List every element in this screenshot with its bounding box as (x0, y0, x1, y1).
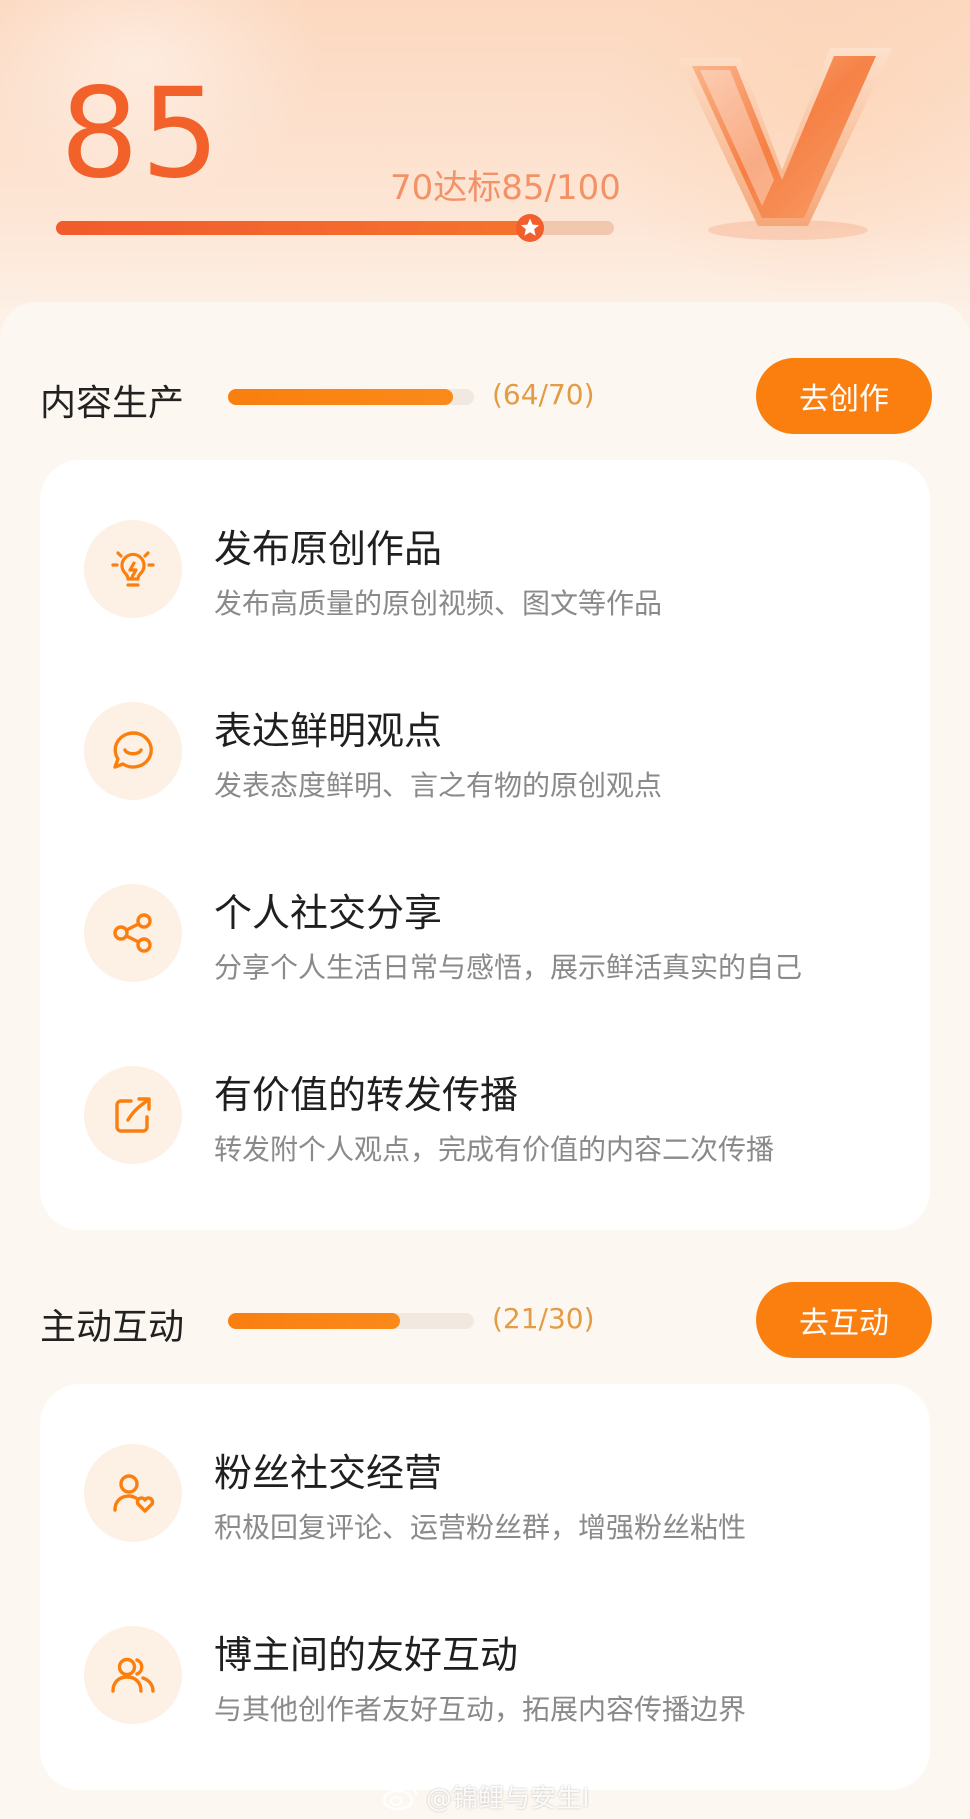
watermark-text: @锦鲤与安生I (426, 1784, 590, 1814)
item-title: 表达鲜明观点 (214, 709, 443, 753)
chat-bubble-icon (84, 702, 182, 800)
item-title: 有价值的转发传播 (214, 1073, 519, 1117)
section-active-interaction: 主动互动 (21/30) 去互动 (0, 1280, 970, 1360)
item-description: 发布高质量的原创视频、图文等作品 (214, 587, 663, 620)
item-title: 博主间的友好互动 (214, 1633, 519, 1677)
forward-icon (84, 1066, 182, 1164)
item-title: 发布原创作品 (214, 527, 443, 571)
user-heart-icon (84, 1444, 182, 1542)
list-item[interactable]: 表达鲜明观点 发表态度鲜明、言之有物的原创观点 (40, 682, 930, 822)
users-icon (84, 1626, 182, 1724)
go-create-button[interactable]: 去创作 (756, 358, 932, 434)
item-description: 转发附个人观点，完成有价值的内容二次传播 (214, 1133, 775, 1166)
list-item[interactable]: 发布原创作品 发布高质量的原创视频、图文等作品 (40, 500, 930, 640)
share-icon (84, 884, 182, 982)
list-item[interactable]: 博主间的友好互动 与其他创作者友好互动，拓展内容传播边界 (40, 1606, 930, 1746)
lightbulb-icon (84, 520, 182, 618)
item-description: 发表态度鲜明、言之有物的原创观点 (214, 769, 663, 802)
weibo-icon (382, 1785, 418, 1810)
section-count: (64/70) (492, 378, 595, 411)
task-panel: 内容生产 (64/70) 去创作 发布原创作品 发布高质量的原创视频、图文等作品 (0, 302, 970, 1819)
watermark: @锦鲤与安生I (380, 1778, 590, 1815)
item-description: 积极回复评论、运营粉丝群，增强粉丝粘性 (214, 1511, 747, 1544)
item-description: 分享个人生活日常与感悟，展示鲜活真实的自己 (214, 951, 803, 984)
section-title: 主动互动 (40, 1307, 185, 1348)
score-progress-fill (56, 221, 531, 235)
item-title: 个人社交分享 (214, 891, 443, 935)
go-interact-button[interactable]: 去互动 (756, 1282, 932, 1358)
list-item[interactable]: 有价值的转发传播 转发附个人观点，完成有价值的内容二次传播 (40, 1046, 930, 1186)
star-icon (516, 214, 545, 242)
v-badge-logo (678, 48, 892, 240)
list-item[interactable]: 粉丝社交经营 积极回复评论、运营粉丝群，增强粉丝粘性 (40, 1424, 930, 1564)
section-progress-fill (228, 389, 453, 405)
section-title: 内容生产 (40, 383, 185, 424)
section-content-production: 内容生产 (64/70) 去创作 (0, 356, 970, 436)
target-text: 70达标85/100 (390, 168, 621, 208)
score-header: 85 70达标85/100 (0, 0, 970, 330)
section-count: (21/30) (492, 1302, 595, 1335)
list-item[interactable]: 个人社交分享 分享个人生活日常与感悟，展示鲜活真实的自己 (40, 864, 930, 1004)
score-progress-bar (56, 214, 614, 242)
section-progress-bar (228, 1313, 474, 1329)
section-progress-fill (228, 1313, 401, 1329)
credit-score: 85 (60, 62, 222, 206)
active-interaction-card: 粉丝社交经营 积极回复评论、运营粉丝群，增强粉丝粘性 博主间的友好互动 与其他创… (40, 1384, 930, 1790)
section-progress-bar (228, 389, 474, 405)
item-description: 与其他创作者友好互动，拓展内容传播边界 (214, 1693, 747, 1726)
content-production-card: 发布原创作品 发布高质量的原创视频、图文等作品 表达鲜明观点 发表态度鲜明、言之… (40, 460, 930, 1230)
item-title: 粉丝社交经营 (214, 1451, 443, 1495)
